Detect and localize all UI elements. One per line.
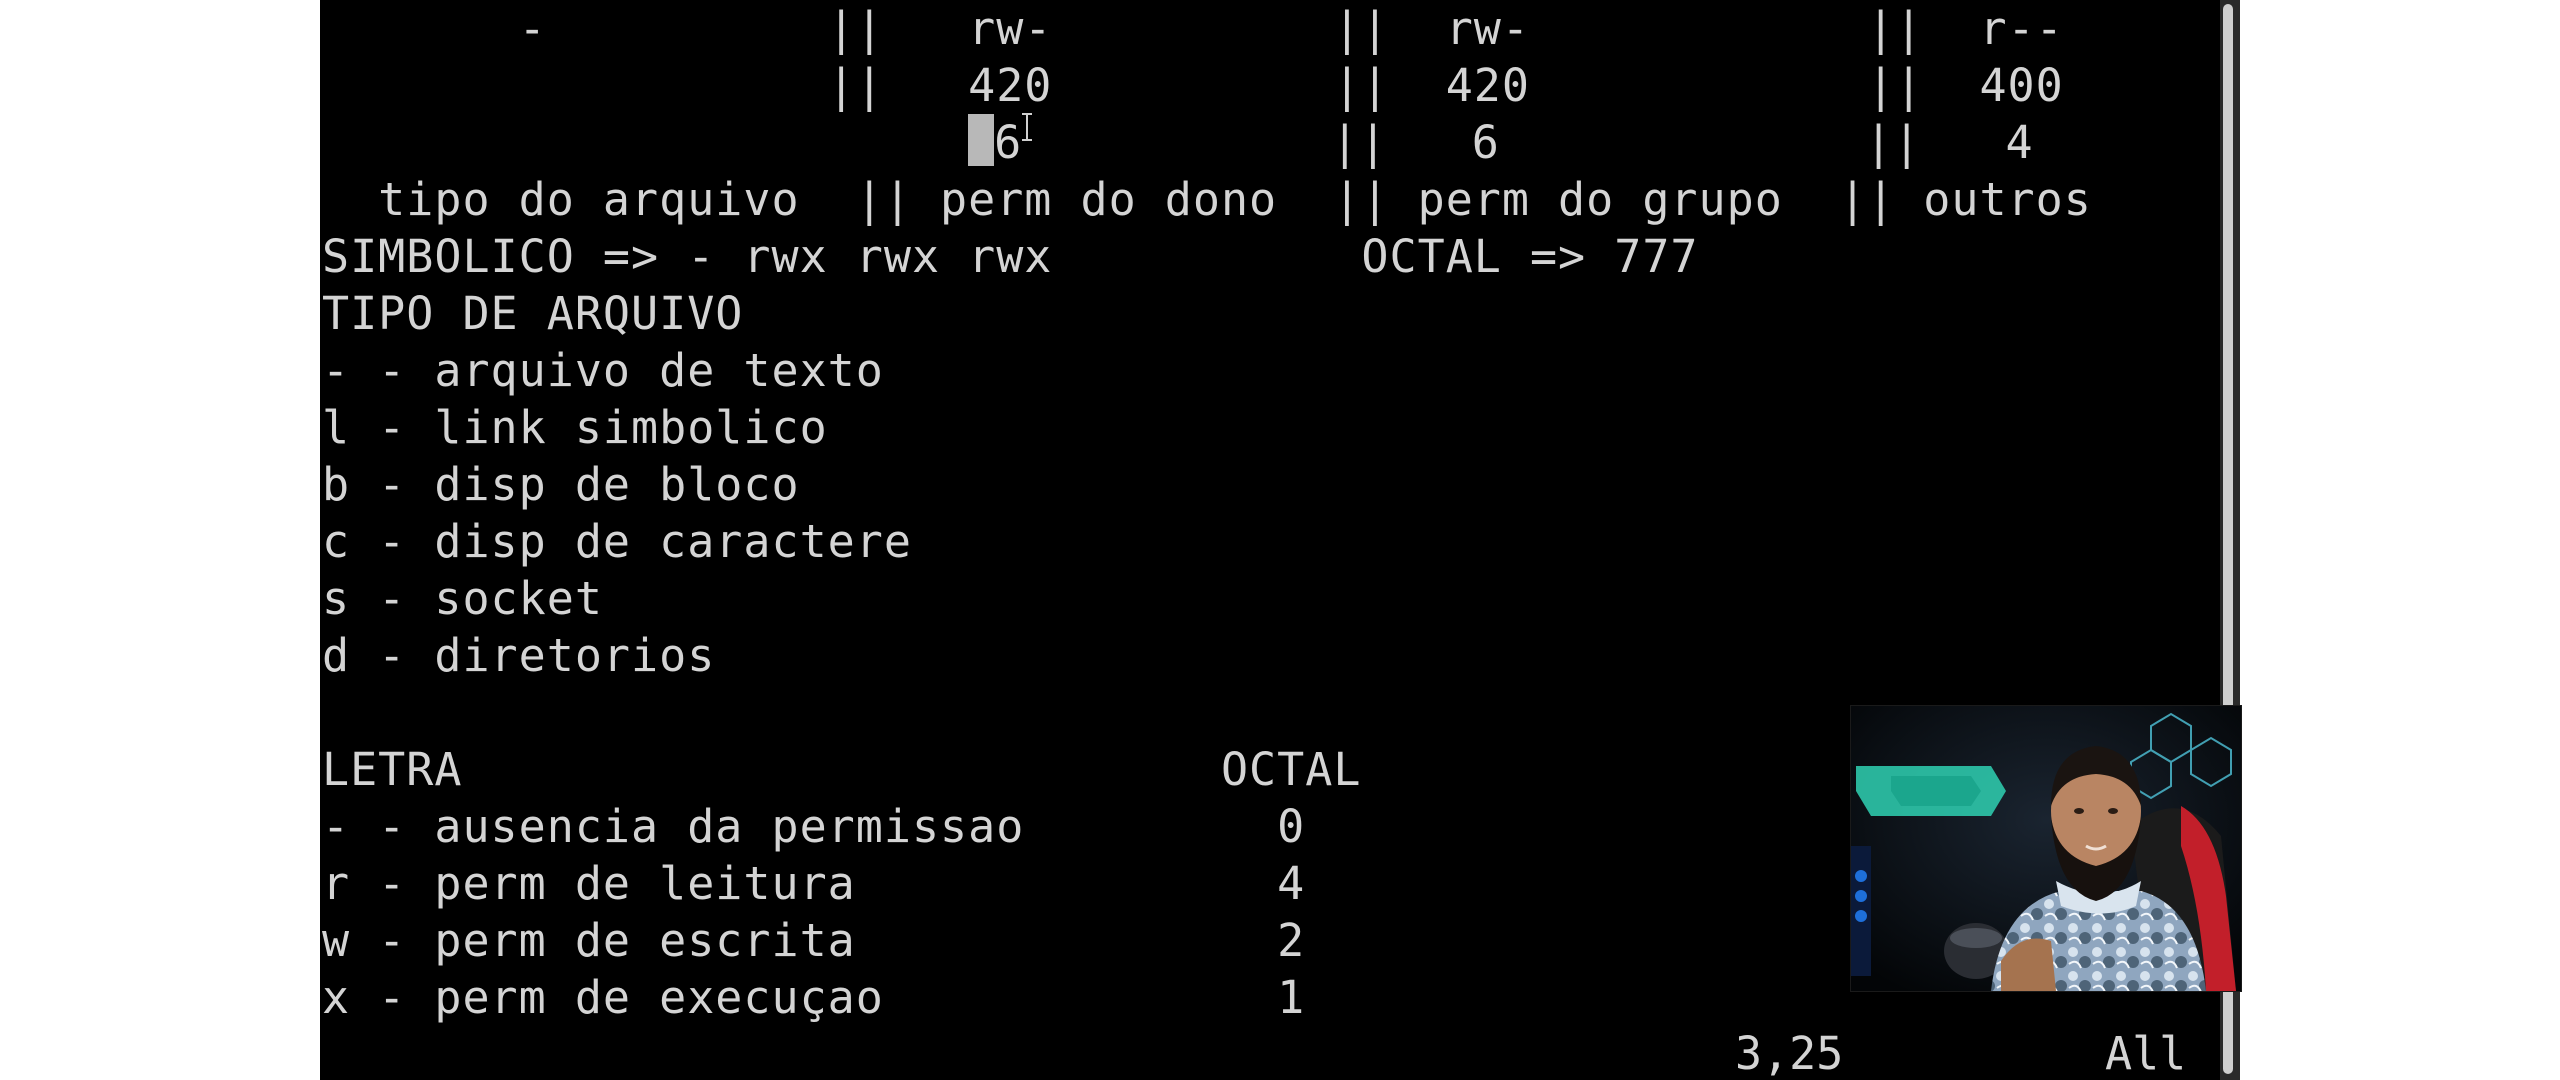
buffer-line-10[interactable]: c - disp de caractere	[322, 513, 2092, 570]
editor-status-line: 3,25 All	[320, 1027, 2220, 1080]
buffer-line-9[interactable]: b - disp de bloco	[322, 456, 2092, 513]
buffer-line-12[interactable]: d - diretorios	[322, 627, 2092, 684]
line-3-prefix	[322, 116, 968, 169]
ibeam-mouse-icon	[1022, 113, 1032, 141]
text-cursor-block	[968, 114, 995, 166]
buffer-line-5[interactable]: SIMBOLICO => - rwx rwx rwx OCTAL => 777	[322, 228, 2092, 285]
webcam-overlay	[1850, 705, 2242, 992]
editor-buffer[interactable]: - || rw- || rw- || r-- || 420 || 420 || …	[322, 0, 2092, 1026]
buffer-line-1[interactable]: - || rw- || rw- || r--	[322, 0, 2092, 57]
buffer-line-4[interactable]: tipo do arquivo || perm do dono || perm …	[322, 171, 2092, 228]
line-3-suffix: 6 || 6 || 4	[994, 116, 2034, 169]
buffer-line-8[interactable]: l - link simbolico	[322, 399, 2092, 456]
buffer-line-3[interactable]: 6 || 6 || 4	[322, 114, 2092, 171]
buffer-line-13[interactable]	[322, 684, 2092, 741]
presenter-video-frame	[1851, 706, 2241, 991]
cursor-position-indicator: 3,25	[1735, 1027, 1844, 1080]
buffer-line-18[interactable]: x - perm de execuçao 1	[322, 969, 2092, 1026]
scroll-indicator: All	[2105, 1027, 2187, 1080]
buffer-line-14[interactable]: LETRA OCTAL	[322, 741, 2092, 798]
buffer-line-15[interactable]: - - ausencia da permissao 0	[322, 798, 2092, 855]
buffer-line-7[interactable]: - - arquivo de texto	[322, 342, 2092, 399]
buffer-line-6[interactable]: TIPO DE ARQUIVO	[322, 285, 2092, 342]
buffer-line-16[interactable]: r - perm de leitura 4	[322, 855, 2092, 912]
buffer-line-11[interactable]: s - socket	[322, 570, 2092, 627]
buffer-line-2[interactable]: || 420 || 420 || 400	[322, 57, 2092, 114]
buffer-line-17[interactable]: w - perm de escrita 2	[322, 912, 2092, 969]
